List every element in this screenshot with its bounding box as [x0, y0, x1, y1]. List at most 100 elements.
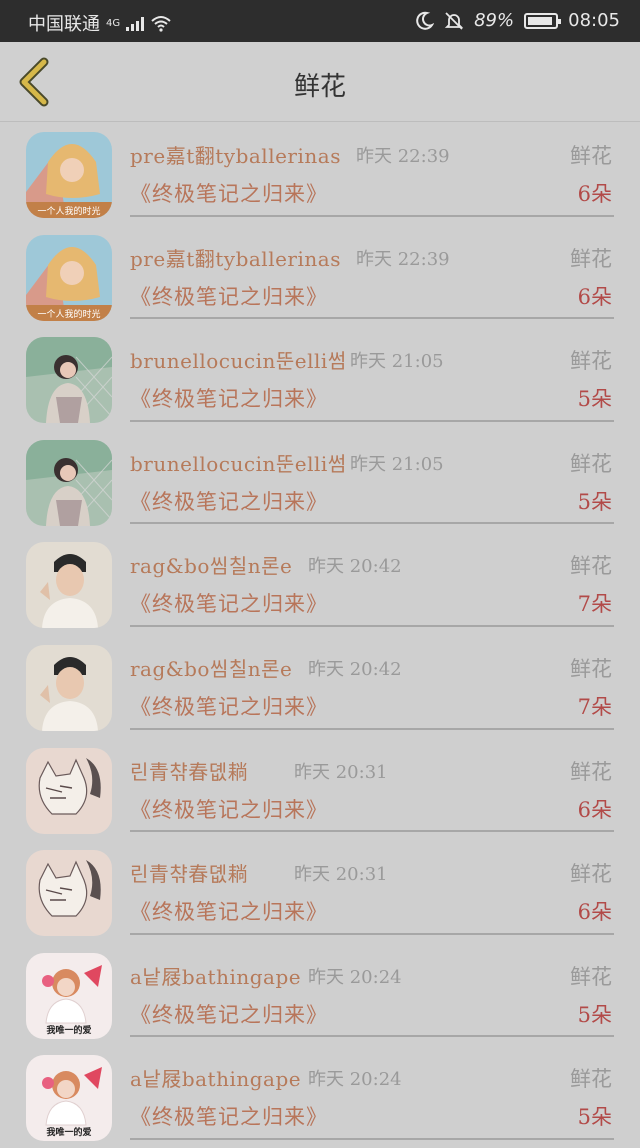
timestamp: 昨天 20:24 [308, 1069, 402, 1091]
record-header-row: a낱屐bathingape 昨天 20:24 鲜花 [130, 961, 612, 991]
timestamp: 昨天 20:31 [294, 761, 388, 783]
book-title[interactable]: 《终极笔记之归来》 [130, 486, 328, 516]
flower-count: 5朵 [577, 1105, 612, 1130]
divider [130, 419, 614, 422]
username[interactable]: rag&bo씸칠n론e [130, 550, 292, 579]
avatar-love-image: 我唯一的爱 [26, 1055, 112, 1142]
header-bar: 鲜花 [0, 42, 640, 122]
avatar[interactable] [26, 439, 112, 526]
avatar[interactable] [26, 542, 112, 629]
avatar-boy-image [26, 542, 112, 629]
flower-count: 6朵 [577, 182, 612, 206]
avatar[interactable]: 我唯一的爱 [26, 1055, 112, 1142]
avatar-cat-image [26, 747, 112, 834]
avatar[interactable] [26, 747, 112, 834]
book-title[interactable]: 《终极笔记之归来》 [130, 281, 328, 311]
record-header-row: pre嘉t翻tyballerinas 昨天 22:39 鲜花 [130, 140, 612, 170]
signal-icon [126, 15, 145, 31]
flower-count: 6朵 [577, 900, 612, 925]
list-item[interactable]: brunellocucin뚠elli썸 昨天 21:05 鲜花《终极笔记之归来》 5朵 [0, 430, 640, 533]
record-detail-row: 《终极笔记之归来》 5朵 [130, 999, 612, 1029]
record-detail-row: 《终极笔记之归来》 6朵 [130, 794, 612, 824]
record-header-row: brunellocucin뚠elli썸 昨天 21:05 鲜花 [130, 448, 612, 478]
avatar[interactable] [26, 644, 112, 731]
list-item[interactable]: 我唯一的爱 a낱屐bathingape 昨天 20:24 鲜花《终极笔记之归来》 5朵 [0, 943, 640, 1046]
flower-record-list: 一个人我的时光 pre嘉t翻tyballerinas 昨天 22:39 鲜花 《终极笔… [0, 122, 640, 1148]
avatar[interactable]: 一个人我的时光 [26, 132, 112, 218]
book-title[interactable]: 《终极笔记之归来》 [130, 691, 328, 721]
book-title[interactable]: 《终极笔记之归来》 [130, 588, 328, 618]
divider [130, 214, 614, 217]
list-item[interactable]: 一个人我的时光 pre嘉t翻tyballerinas 昨天 22:39 鲜花《终极笔… [0, 225, 640, 328]
timestamp: 昨天 21:05 [350, 453, 444, 475]
gift-type: 鲜花 [570, 656, 612, 681]
timestamp: 昨天 20:31 [294, 864, 388, 886]
username[interactable]: pre嘉t翻tyballerinas [130, 243, 341, 272]
username[interactable]: brunellocucin뚠elli썸 [130, 448, 347, 477]
username[interactable]: a낱屐bathingape [130, 961, 301, 990]
timestamp: 昨天 22:39 [356, 146, 450, 167]
avatar-girl-image [26, 439, 112, 526]
avatar[interactable]: 一个人我的时光 [26, 234, 112, 321]
avatar[interactable]: 我唯一的爱 [26, 952, 112, 1039]
list-item[interactable]: rag&bo씸칠n론e 昨天 20:42 鲜花《终极笔记之归来》 7朵 [0, 532, 640, 635]
record-detail-row: 《终极笔记之归来》 7朵 [130, 691, 612, 721]
timestamp: 昨天 20:42 [308, 556, 402, 578]
record-header-row: rag&bo씸칠n론e 昨天 20:42 鲜花 [130, 550, 612, 580]
gift-type: 鲜花 [570, 1067, 612, 1092]
username[interactable]: a낱屐bathingape [130, 1063, 301, 1092]
list-item[interactable]: 린青챢春뎺耥 昨天 20:31 鲜花 《终极笔记之归来》 6朵 [0, 738, 640, 841]
wifi-icon [151, 16, 171, 32]
book-title[interactable]: 《终极笔记之归来》 [130, 999, 328, 1029]
list-item[interactable]: 린青챢春뎺耥 昨天 20:31 鲜花《终极笔记之归来》 6朵 [0, 840, 640, 943]
record-detail-row: 《终极笔记之归来》 6朵 [130, 896, 612, 926]
avatar[interactable] [26, 337, 112, 424]
avatar-caption: 我唯一的爱 [46, 1126, 91, 1138]
gift-type: 鲜花 [570, 862, 612, 887]
timestamp: 昨天 20:24 [308, 966, 402, 988]
timestamp: 昨天 20:42 [308, 658, 402, 680]
flower-count: 6朵 [577, 284, 612, 309]
book-title[interactable]: 《终极笔记之归来》 [130, 794, 328, 824]
gift-type: 鲜花 [570, 554, 612, 579]
record-detail-row: 《终极笔记之归来》 7朵 [130, 588, 612, 618]
record-detail-row: 《终极笔记之归来》 5朵 [130, 1101, 612, 1131]
gift-type: 鲜花 [570, 144, 612, 168]
record-detail-row: 《终极笔记之归来》 5朵 [130, 383, 612, 413]
book-title[interactable]: 《终极笔记之归来》 [130, 383, 328, 413]
username[interactable]: pre嘉t翻tyballerinas [130, 140, 341, 169]
moon-icon [416, 11, 435, 30]
gift-type: 鲜花 [570, 451, 612, 476]
username[interactable]: 린青챢春뎺耥 [130, 858, 248, 887]
divider [130, 317, 614, 320]
record-header-row: brunellocucin뚠elli썸 昨天 21:05 鲜花 [130, 345, 612, 375]
record-header-row: 린青챢春뎺耥 昨天 20:31 鲜花 [130, 756, 612, 786]
timestamp: 昨天 21:05 [350, 351, 444, 373]
record-header-row: pre嘉t翻tyballerinas 昨天 22:39 鲜花 [130, 243, 612, 273]
list-item[interactable]: brunellocucin뚠elli썸 昨天 21:05 鲜花《终极笔记之归来》 5朵 [0, 327, 640, 430]
flower-count: 5朵 [577, 489, 612, 514]
gift-type: 鲜花 [570, 246, 612, 271]
username[interactable]: rag&bo씸칠n론e [130, 653, 292, 682]
list-item[interactable]: 我唯一的爱 a낱屐bathingape 昨天 20:24 鲜花《终极笔记之归来》 5朵 [0, 1045, 640, 1148]
gift-type: 鲜花 [570, 349, 612, 374]
gift-type: 鲜花 [570, 964, 612, 989]
username[interactable]: brunellocucin뚠elli썸 [130, 345, 347, 374]
username[interactable]: 린青챢春뎺耥 [130, 756, 248, 785]
timestamp: 昨天 22:39 [356, 248, 450, 270]
battery-icon [524, 12, 562, 29]
book-title[interactable]: 《终极笔记之归来》 [130, 1101, 328, 1131]
avatar[interactable] [26, 850, 112, 937]
avatar-pink-image: 一个人我的时光 [26, 132, 112, 218]
divider [130, 727, 614, 730]
record-header-row: rag&bo씸칠n론e 昨天 20:42 鲜花 [130, 653, 612, 683]
list-item[interactable]: 一个人我的时光 pre嘉t翻tyballerinas 昨天 22:39 鲜花《终极笔… [0, 122, 640, 225]
book-title[interactable]: 《终极笔记之归来》 [130, 178, 328, 208]
list-item[interactable]: rag&bo씸칠n론e 昨天 20:42 鲜花《终极笔记之归来》 7朵 [0, 635, 640, 738]
clock: 08:05 [568, 10, 620, 31]
flower-count: 5朵 [577, 387, 612, 412]
book-title[interactable]: 《终极笔记之归来》 [130, 896, 328, 926]
avatar-caption: 我唯一的爱 [46, 1024, 91, 1036]
avatar-pink-image: 一个人我的时光 [26, 234, 112, 321]
page-title: 鲜花 [293, 72, 346, 102]
